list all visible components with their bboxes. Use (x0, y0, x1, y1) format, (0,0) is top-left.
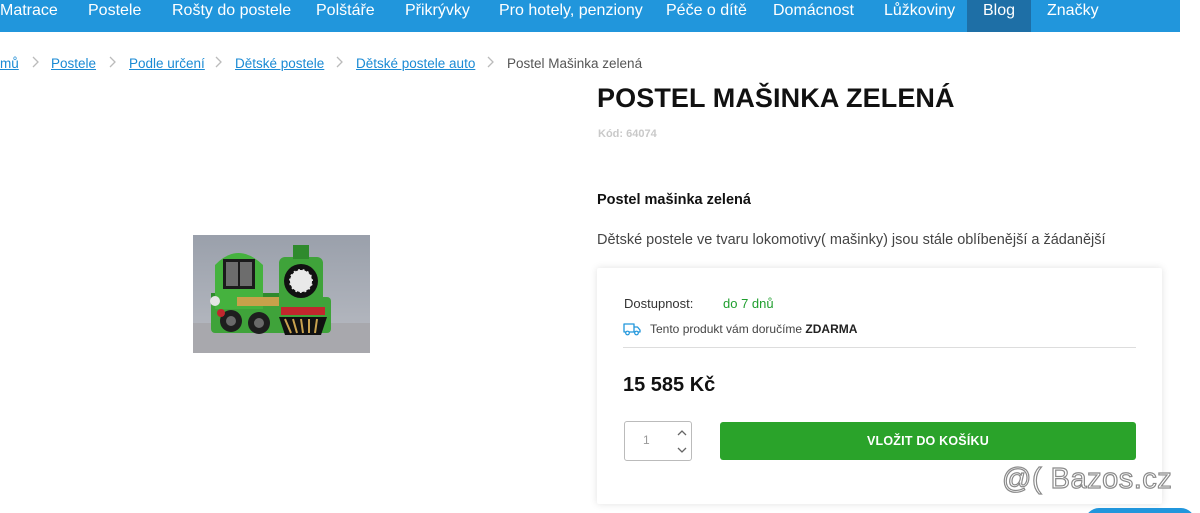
chevron-down-icon[interactable] (675, 442, 689, 458)
chat-button[interactable] (1085, 508, 1195, 513)
nav-item-polstare[interactable]: Polštáře (316, 0, 375, 32)
nav-item-luzkoviny[interactable]: Lůžkoviny (884, 0, 955, 32)
breadcrumb-home[interactable]: mů (0, 56, 19, 71)
chevron-up-icon[interactable] (675, 425, 689, 441)
nav-item-postele[interactable]: Postele (88, 0, 141, 32)
availability-value: do 7 dnů (723, 296, 774, 311)
breadcrumb-link[interactable]: mů (0, 56, 19, 71)
product-description: Dětské postele ve tvaru lokomotivy( maši… (597, 232, 1106, 248)
nav-item-matrace[interactable]: Matrace (0, 0, 58, 32)
nav-item-domacnost[interactable]: Domácnost (773, 0, 854, 32)
availability-label: Dostupnost: (624, 296, 694, 311)
nav-item-hotely[interactable]: Pro hotely, penziony (499, 0, 643, 32)
nav-item-rosty[interactable]: Rošty do postele (172, 0, 291, 32)
nav-item-pece[interactable]: Péče o dítě (666, 0, 747, 32)
breadcrumb-link[interactable]: Postele (51, 56, 96, 71)
breadcrumb-link[interactable]: Dětské postele auto (356, 56, 475, 71)
chevron-right-icon (486, 55, 496, 69)
breadcrumb-postele[interactable]: Postele (51, 56, 96, 71)
nav-item-znacky[interactable]: Značky (1047, 0, 1099, 32)
product-code: Kód: 64074 (598, 128, 657, 140)
product-title: POSTEL MAŠINKA ZELENÁ (597, 83, 955, 113)
product-subtitle: Postel mašinka zelená (597, 192, 751, 208)
breadcrumb-detske-postele-auto[interactable]: Dětské postele auto (356, 56, 475, 71)
breadcrumb-detske-postele[interactable]: Dětské postele (235, 56, 324, 71)
divider (623, 347, 1136, 348)
breadcrumb-link[interactable]: Podle určení (129, 56, 205, 71)
breadcrumb-link[interactable]: Dětské postele (235, 56, 324, 71)
chevron-right-icon (108, 55, 118, 69)
delivery-free: ZDARMA (805, 322, 858, 336)
chevron-right-icon (335, 55, 345, 69)
quantity-input[interactable]: 1 (643, 433, 650, 447)
add-to-cart-button[interactable]: VLOŽIT DO KOŠÍKU (720, 422, 1136, 460)
chevron-right-icon (31, 55, 41, 69)
truck-icon (623, 322, 641, 336)
delivery-text: Tento produkt vám doručíme (650, 322, 806, 336)
nav-item-prikryvky[interactable]: Přikrývky (405, 0, 470, 32)
product-image[interactable] (193, 235, 370, 353)
bazos-watermark: @( Bazos.cz (1001, 462, 1173, 495)
breadcrumb-current: Postel Mašinka zelená (507, 56, 643, 71)
chevron-right-icon (214, 55, 224, 69)
breadcrumb-podle-urceni[interactable]: Podle určení (129, 56, 205, 71)
nav-item-blog[interactable]: Blog (967, 0, 1032, 32)
quantity-stepper[interactable]: 1 (624, 421, 692, 461)
top-nav: Matrace Postele Rošty do postele Polštář… (0, 0, 1180, 32)
product-price: 15 585 Kč (623, 374, 716, 396)
delivery-info: Tento produkt vám doručíme ZDARMA (650, 322, 857, 336)
